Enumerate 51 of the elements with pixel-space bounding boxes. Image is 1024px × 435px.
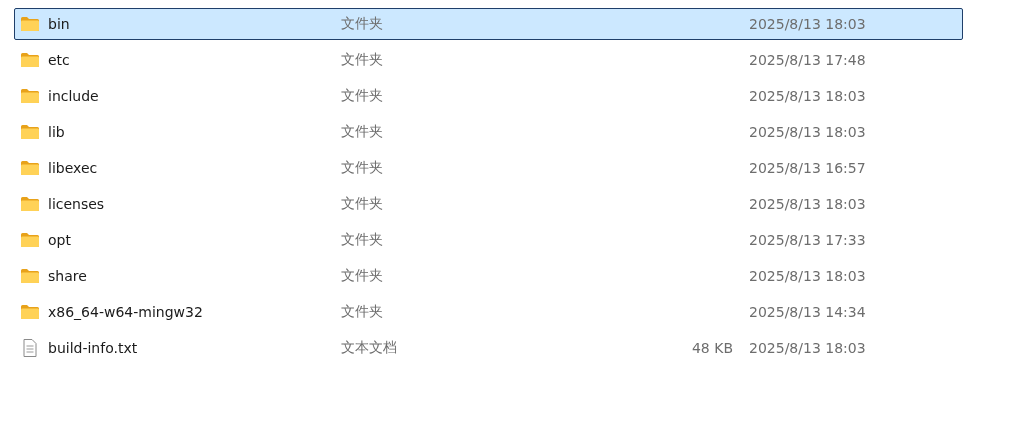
file-name: x86_64-w64-mingw32 [48,304,203,320]
folder-icon [20,52,40,68]
file-name: include [48,88,99,104]
folder-icon [20,88,40,104]
file-row[interactable]: include 文件夹 2025/8/13 18:03 [14,80,963,112]
file-type: 文件夹 [341,303,384,321]
file-date: 2025/8/13 18:03 [748,268,867,284]
folder-icon [20,124,40,140]
folder-icon [20,268,40,284]
file-date: 2025/8/13 17:33 [748,232,867,248]
file-date: 2025/8/13 16:57 [748,160,867,176]
file-type: 文件夹 [341,51,384,69]
folder-icon [20,16,40,32]
document-icon [20,339,40,357]
file-name: bin [48,16,70,32]
folder-icon [20,304,40,320]
file-row[interactable]: share 文件夹 2025/8/13 18:03 [14,260,963,292]
file-row[interactable]: opt 文件夹 2025/8/13 17:33 [14,224,963,256]
file-row[interactable]: lib 文件夹 2025/8/13 18:03 [14,116,963,148]
file-type: 文件夹 [341,159,384,177]
file-type: 文件夹 [341,195,384,213]
file-name: build-info.txt [48,340,138,356]
file-date: 2025/8/13 17:48 [748,52,867,68]
file-name: licenses [48,196,105,212]
file-type: 文本文档 [341,339,398,357]
file-date: 2025/8/13 14:34 [748,304,867,320]
file-name: lib [48,124,65,140]
file-row[interactable]: licenses 文件夹 2025/8/13 18:03 [14,188,963,220]
file-row[interactable]: build-info.txt 文本文档 48 KB 2025/8/13 18:03 [14,332,963,364]
folder-icon [20,160,40,176]
file-size: 48 KB [691,340,733,356]
file-date: 2025/8/13 18:03 [748,196,867,212]
file-name: share [48,268,87,284]
file-type: 文件夹 [341,231,384,249]
folder-icon [20,232,40,248]
file-date: 2025/8/13 18:03 [748,88,867,104]
file-row[interactable]: etc 文件夹 2025/8/13 17:48 [14,44,963,76]
file-row[interactable]: x86_64-w64-mingw32 文件夹 2025/8/13 14:34 [14,296,963,328]
file-type: 文件夹 [341,267,384,285]
file-date: 2025/8/13 18:03 [748,16,867,32]
folder-icon [20,196,40,212]
file-name: opt [48,232,71,248]
file-name: etc [48,52,70,68]
file-date: 2025/8/13 18:03 [748,340,867,356]
file-name: libexec [48,160,98,176]
file-date: 2025/8/13 18:03 [748,124,867,140]
file-row[interactable]: libexec 文件夹 2025/8/13 16:57 [14,152,963,184]
file-type: 文件夹 [341,87,384,105]
file-row[interactable]: bin 文件夹 2025/8/13 18:03 [14,8,963,40]
file-type: 文件夹 [341,123,384,141]
file-type: 文件夹 [341,15,384,33]
